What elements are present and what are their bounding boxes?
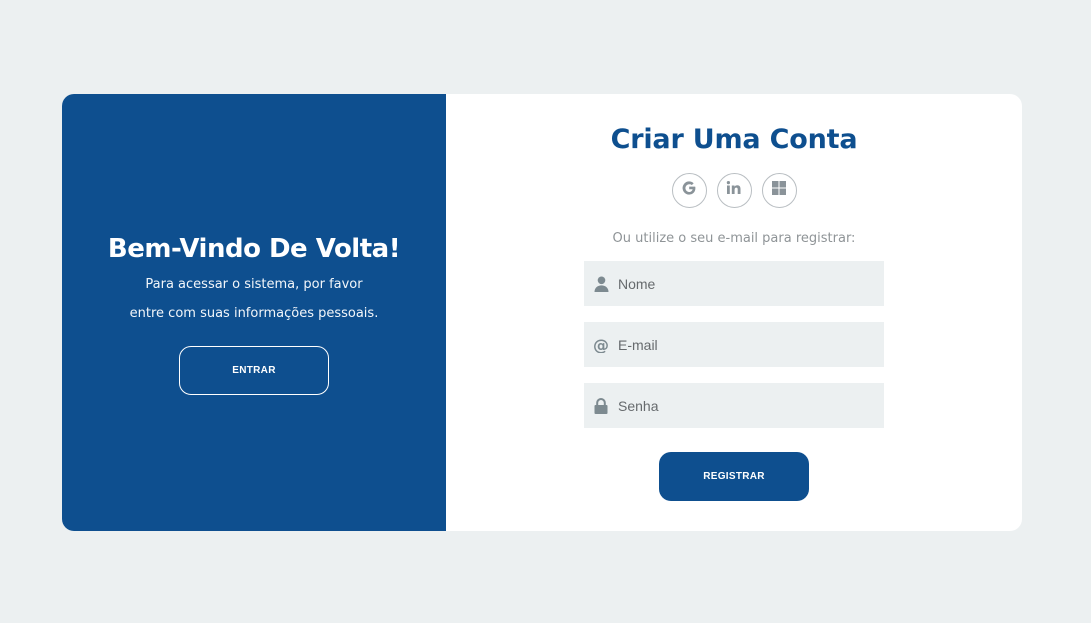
at-icon: @ [593, 336, 609, 354]
google-icon [681, 180, 697, 201]
name-input[interactable] [618, 275, 858, 292]
name-field [584, 261, 884, 306]
welcome-text-line2: entre com suas informações pessoais. [129, 306, 379, 321]
welcome-panel: Bem-Vindo De Volta! Para acessar o siste… [62, 94, 446, 531]
register-hint: Ou utilize o seu e-mail para registrar: [612, 231, 856, 246]
linkedin-icon [726, 180, 742, 201]
auth-card: Bem-Vindo De Volta! Para acessar o siste… [62, 94, 1022, 531]
sign-in-button[interactable]: ENTRAR [179, 346, 329, 395]
svg-text:@: @ [593, 337, 609, 353]
password-field [584, 383, 884, 428]
social-login [671, 173, 797, 208]
register-form: @ [584, 261, 884, 428]
welcome-title: Bem-Vindo De Volta! [107, 234, 401, 264]
email-input[interactable] [618, 336, 858, 353]
email-field: @ [584, 322, 884, 367]
linkedin-button[interactable] [716, 173, 752, 208]
password-input[interactable] [618, 397, 858, 414]
microsoft-icon [771, 180, 787, 201]
google-button[interactable] [671, 173, 707, 208]
register-panel: Criar Uma Conta Ou utilize o seu e-mail … [446, 94, 1022, 531]
user-icon [593, 275, 609, 293]
welcome-text-line1: Para acessar o sistema, por favor [145, 277, 363, 292]
lock-icon [593, 397, 609, 415]
microsoft-button[interactable] [761, 173, 797, 208]
register-button[interactable]: REGISTRAR [659, 452, 809, 501]
register-title: Criar Uma Conta [610, 124, 858, 155]
